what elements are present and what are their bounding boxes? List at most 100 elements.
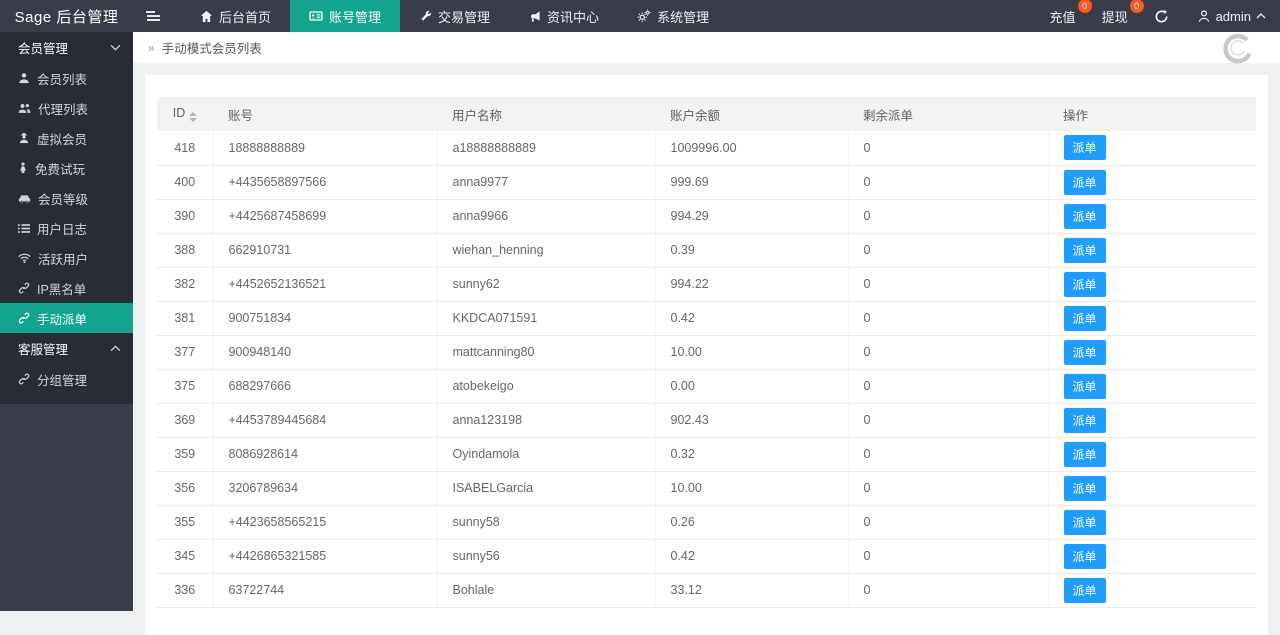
cell-remaining: 0 [848, 233, 1048, 267]
nav-item-label: 交易管理 [438, 7, 490, 26]
dispatch-button[interactable]: 派单 [1064, 306, 1106, 331]
dispatch-button[interactable]: 派单 [1064, 340, 1106, 365]
cell-username: ISABELGarcia [437, 471, 655, 505]
breadcrumb-separator: » [148, 41, 155, 55]
wifi-icon [18, 253, 31, 263]
cell-action: 派单 [1048, 403, 1256, 437]
cell-account: +4423658565215 [213, 505, 437, 539]
cell-account: 688297666 [213, 369, 437, 403]
nav-item-label: 系统管理 [657, 7, 709, 26]
sidebar-group-label: 客服管理 [18, 339, 68, 358]
sidebar-item-ip-blacklist[interactable]: IP黑名单 [0, 273, 133, 303]
nav-item-dashboard[interactable]: 后台首页 [181, 0, 290, 32]
dispatch-button[interactable]: 派单 [1064, 238, 1106, 263]
nav-item-label: 资讯中心 [547, 7, 599, 26]
nav-item-news[interactable]: 资讯中心 [509, 0, 618, 32]
cell-balance: 902.43 [655, 403, 848, 437]
dispatch-button[interactable]: 派单 [1064, 204, 1106, 229]
sidebar-item-member-level[interactable]: 会员等级 [0, 183, 133, 213]
refresh-icon [1154, 9, 1169, 24]
sidebar-item-user-log[interactable]: 用户日志 [0, 213, 133, 243]
nav-item-accounts[interactable]: 账号管理 [290, 0, 400, 32]
cell-balance: 999.69 [655, 165, 848, 199]
cell-username: anna9977 [437, 165, 655, 199]
sidebar: 会员管理 会员列表 代理列表 虚拟会员 免费试玩 会员等级 用户日志 [0, 32, 133, 611]
user-icon [18, 72, 30, 84]
table-row: 388 662910731 wiehan_henning 0.39 0 派单 [157, 233, 1256, 267]
refresh-button[interactable] [1154, 9, 1169, 24]
dispatch-button[interactable]: 派单 [1064, 544, 1106, 569]
top-nav: 后台首页 账号管理 交易管理 资讯中心 系统管理 [181, 0, 728, 32]
table-row: 355 +4423658565215 sunny58 0.26 0 派单 [157, 505, 1256, 539]
nav-item-trade[interactable]: 交易管理 [400, 0, 509, 32]
dispatch-button[interactable]: 派单 [1064, 135, 1106, 160]
cell-account: 900948140 [213, 335, 437, 369]
sort-icon[interactable] [189, 112, 197, 122]
cell-username: sunny62 [437, 267, 655, 301]
users-icon [18, 102, 31, 114]
sidebar-item-group-mgmt[interactable]: 分组管理 [0, 364, 133, 394]
cell-account: 18888888889 [213, 131, 437, 165]
dispatch-button[interactable]: 派单 [1064, 510, 1106, 535]
table-row: 390 +4425687458699 anna9966 994.29 0 派单 [157, 199, 1256, 233]
nav-item-system[interactable]: 系统管理 [618, 0, 728, 32]
dispatch-button[interactable]: 派单 [1064, 442, 1106, 467]
member-table: ID 账号 用户名称 账户余额 剩余派单 操作 418 18888888889 … [157, 97, 1256, 608]
cell-account: +4435658897566 [213, 165, 437, 199]
cell-balance: 1009996.00 [655, 131, 848, 165]
sidebar-item-agent-list[interactable]: 代理列表 [0, 93, 133, 123]
sidebar-group-service-mgmt[interactable]: 客服管理 [0, 333, 133, 364]
dispatch-button[interactable]: 派单 [1064, 578, 1106, 603]
cell-remaining: 0 [848, 403, 1048, 437]
cell-id: 336 [157, 573, 213, 607]
dispatch-button[interactable]: 派单 [1064, 374, 1106, 399]
cell-id: 356 [157, 471, 213, 505]
recharge-badge: 0 [1078, 0, 1092, 13]
sidebar-item-virtual-member[interactable]: 虚拟会员 [0, 123, 133, 153]
sidebar-item-label: 用户日志 [37, 219, 87, 238]
sidebar-item-manual-dispatch[interactable]: 手动派单 [0, 303, 133, 333]
cell-account: 3206789634 [213, 471, 437, 505]
cell-balance: 994.22 [655, 267, 848, 301]
dispatch-button[interactable]: 派单 [1064, 272, 1106, 297]
sidebar-item-active-users[interactable]: 活跃用户 [0, 243, 133, 273]
dispatch-button[interactable]: 派单 [1064, 476, 1106, 501]
sidebar-item-free-trial[interactable]: 免费试玩 [0, 153, 133, 183]
cell-remaining: 0 [848, 267, 1048, 301]
column-header-username: 用户名称 [437, 97, 655, 131]
caret-up-icon [1256, 13, 1266, 19]
dispatch-button[interactable]: 派单 [1064, 170, 1106, 195]
cell-action: 派单 [1048, 131, 1256, 165]
menu-toggle-icon[interactable] [133, 0, 173, 32]
cell-account: +4453789445684 [213, 403, 437, 437]
list-icon [18, 223, 30, 234]
sidebar-item-label: 会员列表 [37, 69, 87, 88]
cell-action: 派单 [1048, 165, 1256, 199]
column-header-remaining: 剩余派单 [848, 97, 1048, 131]
cell-id: 345 [157, 539, 213, 573]
person-icon [18, 162, 28, 174]
dispatch-button[interactable]: 派单 [1064, 408, 1106, 433]
sidebar-item-member-list[interactable]: 会员列表 [0, 63, 133, 93]
cell-action: 派单 [1048, 369, 1256, 403]
id-card-icon [309, 9, 323, 23]
member-table-card: ID 账号 用户名称 账户余额 剩余派单 操作 418 18888888889 … [145, 75, 1268, 635]
logo-watermark [1218, 28, 1258, 68]
user-menu[interactable]: admin [1197, 9, 1266, 24]
cell-username: Oyindamola [437, 437, 655, 471]
cell-account: 900751834 [213, 301, 437, 335]
table-row: 345 +4426865321585 sunny56 0.42 0 派单 [157, 539, 1256, 573]
table-row: 381 900751834 KKDCA071591 0.42 0 派单 [157, 301, 1256, 335]
sidebar-group-member-mgmt[interactable]: 会员管理 [0, 32, 133, 63]
withdraw-link[interactable]: 提现 0 [1102, 7, 1128, 26]
cell-id: 388 [157, 233, 213, 267]
cell-balance: 0.00 [655, 369, 848, 403]
recharge-label: 充值 [1050, 10, 1076, 25]
table-row: 356 3206789634 ISABELGarcia 10.00 0 派单 [157, 471, 1256, 505]
column-header-account: 账号 [213, 97, 437, 131]
cell-id: 390 [157, 199, 213, 233]
sidebar-item-label: 代理列表 [38, 99, 88, 118]
cell-balance: 0.42 [655, 539, 848, 573]
recharge-link[interactable]: 充值 0 [1050, 7, 1076, 26]
user-name: admin [1216, 9, 1251, 24]
